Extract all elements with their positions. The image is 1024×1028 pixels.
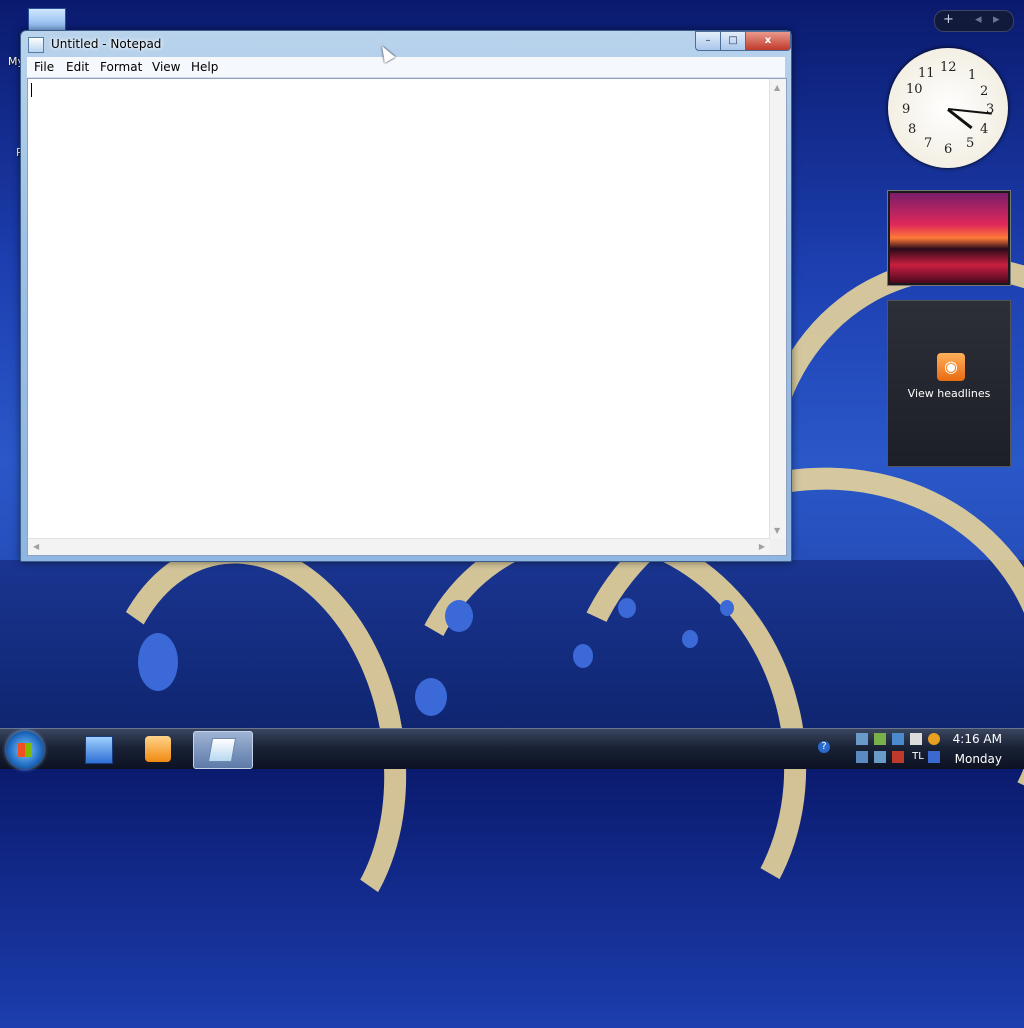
notepad-taskbar-icon — [207, 738, 237, 762]
notepad-window: Untitled - Notepad – □ x File Edit Forma… — [20, 30, 792, 562]
notepad-icon — [28, 37, 44, 53]
text-editor[interactable]: ▲ ▼ ◀ ▶ — [27, 78, 787, 556]
menu-file[interactable]: File — [34, 60, 54, 74]
menu-bar: File Edit Format View Help — [27, 57, 785, 78]
sync-icon[interactable] — [892, 733, 904, 745]
text-caret — [31, 83, 32, 97]
menu-format[interactable]: Format — [100, 60, 142, 74]
clock-number: 1 — [968, 68, 977, 83]
taskbar-day[interactable]: Monday — [950, 752, 1002, 766]
window-title: Untitled - Notepad — [51, 37, 162, 51]
clock-number: 6 — [944, 142, 953, 157]
horizontal-scrollbar[interactable]: ◀ ▶ — [28, 538, 770, 555]
menu-edit[interactable]: Edit — [66, 60, 89, 74]
power-icon[interactable] — [874, 751, 886, 763]
taskbar-time[interactable]: 4:16 AM — [950, 732, 1002, 746]
scroll-up-icon[interactable]: ▲ — [774, 83, 780, 92]
menu-view[interactable]: View — [152, 60, 180, 74]
display-icon[interactable] — [928, 751, 940, 763]
network-icon[interactable] — [856, 733, 868, 745]
menu-help[interactable]: Help — [191, 60, 218, 74]
language-indicator[interactable]: TL — [910, 751, 926, 763]
add-gadget-button[interactable]: + — [943, 12, 954, 27]
scroll-down-icon[interactable]: ▼ — [774, 526, 780, 535]
clock-gadget[interactable]: 12 1 2 3 4 5 6 7 8 9 10 11 — [888, 48, 1008, 168]
clock-number: 7 — [924, 136, 933, 151]
security-icon[interactable] — [874, 733, 886, 745]
clock-number: 3 — [986, 102, 995, 117]
media-player-icon[interactable] — [145, 736, 171, 762]
taskbar-notepad-button[interactable] — [193, 731, 253, 769]
slideshow-image — [890, 193, 1008, 283]
clock-number: 10 — [906, 82, 923, 97]
clock-number: 4 — [980, 122, 989, 137]
help-icon[interactable]: ? — [818, 741, 830, 753]
close-button[interactable]: x — [745, 31, 791, 51]
taskbar: ? TL 4:16 AM Monday — [0, 728, 1024, 769]
prev-gadget-button[interactable]: ◂ — [975, 12, 982, 27]
vertical-scrollbar[interactable]: ▲ ▼ — [769, 79, 786, 539]
feed-headlines-gadget[interactable]: ◉ View headlines — [887, 300, 1011, 467]
search-icon[interactable] — [928, 733, 940, 745]
clock-number: 8 — [908, 122, 917, 137]
alert-icon[interactable] — [892, 751, 904, 763]
rss-icon: ◉ — [937, 353, 965, 381]
show-desktop-icon[interactable] — [85, 736, 113, 764]
view-headlines-label[interactable]: View headlines — [888, 387, 1010, 400]
title-bar[interactable]: Untitled - Notepad – □ x — [21, 31, 791, 57]
clock-number: 2 — [980, 84, 989, 99]
scroll-left-icon[interactable]: ◀ — [33, 542, 39, 551]
windows-logo-icon — [18, 743, 32, 757]
clock-number: 5 — [966, 136, 975, 151]
scroll-right-icon[interactable]: ▶ — [759, 542, 765, 551]
next-gadget-button[interactable]: ▸ — [993, 12, 1000, 27]
window-icon[interactable] — [910, 733, 922, 745]
clock-number: 9 — [902, 102, 911, 117]
clock-number: 12 — [940, 60, 957, 75]
volume-icon[interactable] — [856, 751, 868, 763]
clock-number: 11 — [918, 66, 935, 81]
resize-grip-icon[interactable] — [770, 539, 786, 555]
start-button[interactable] — [6, 731, 44, 769]
maximize-button[interactable]: □ — [720, 31, 746, 51]
slideshow-gadget[interactable] — [887, 190, 1011, 286]
sidebar-controls: + ◂ ▸ — [934, 10, 1014, 32]
minimize-button[interactable]: – — [695, 31, 721, 51]
